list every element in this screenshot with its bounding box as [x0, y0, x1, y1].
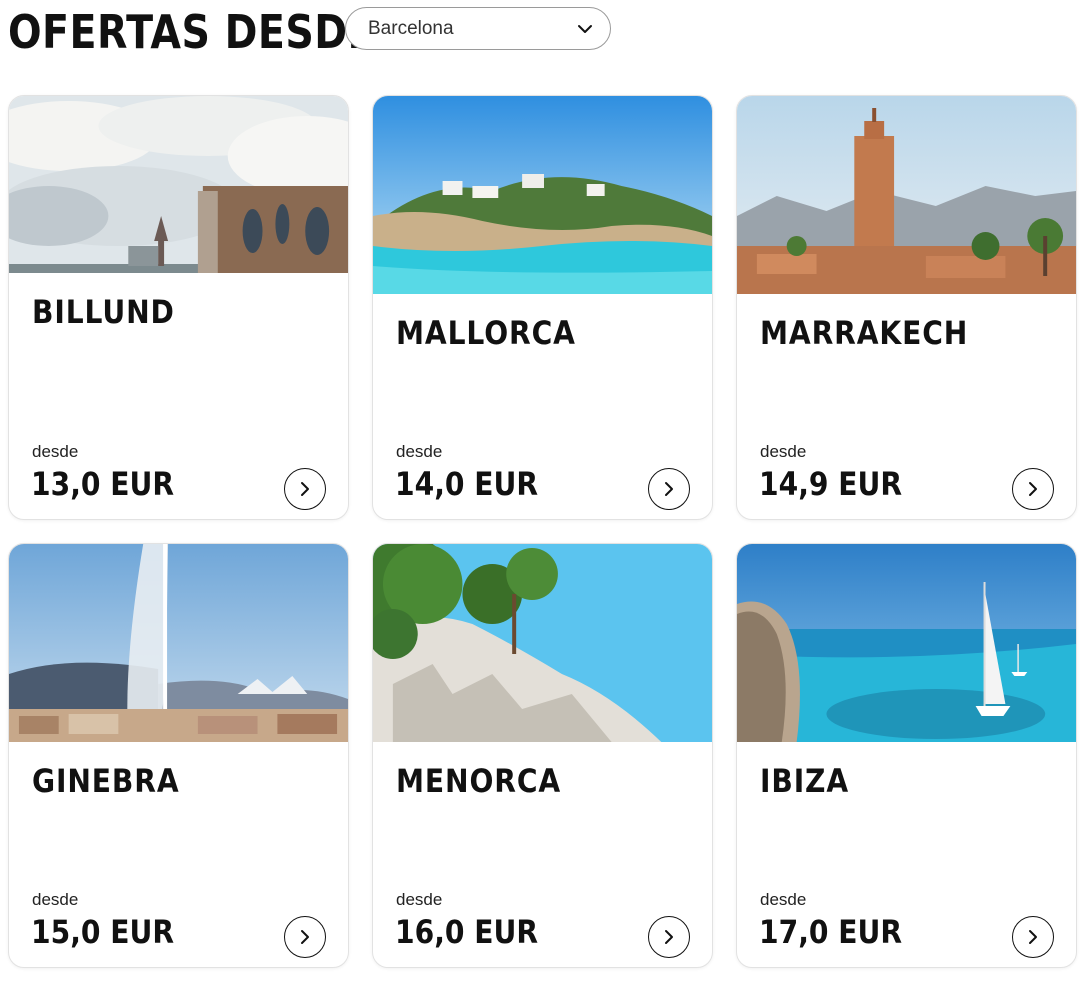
go-to-offer-button[interactable]: [284, 916, 326, 958]
offer-card-billund[interactable]: BILLUND desde 13,0 EUR: [8, 95, 349, 520]
from-label: desde: [32, 890, 79, 909]
chevron-right-icon: [665, 930, 673, 944]
chevron-right-icon: [1029, 482, 1037, 496]
chevron-right-icon: [301, 930, 309, 944]
page-title: OFERTAS DESDE: [8, 5, 375, 59]
go-to-offer-button[interactable]: [1012, 468, 1054, 510]
from-label: desde: [760, 442, 807, 461]
offer-card-ibiza[interactable]: IBIZA desde 17,0 EUR: [736, 543, 1077, 968]
from-label: desde: [396, 890, 443, 909]
destination-name: MENORCA: [396, 762, 562, 800]
price: 16,0 EUR: [395, 913, 539, 951]
ginebra-image: [9, 544, 348, 742]
offer-card-ginebra[interactable]: GINEBRA desde 15,0 EUR: [8, 543, 349, 968]
from-label: desde: [396, 442, 443, 461]
offer-card-menorca[interactable]: MENORCA desde 16,0 EUR: [372, 543, 713, 968]
offer-card-mallorca[interactable]: MALLORCA desde 14,0 EUR: [372, 95, 713, 520]
destination-name: IBIZA: [760, 762, 850, 800]
go-to-offer-button[interactable]: [648, 916, 690, 958]
menorca-image: [373, 544, 712, 742]
origin-city-value: Barcelona: [368, 17, 454, 39]
mallorca-image: [373, 96, 712, 294]
offer-card-marrakech[interactable]: MARRAKECH desde 14,9 EUR: [736, 95, 1077, 520]
go-to-offer-button[interactable]: [648, 468, 690, 510]
price: 14,9 EUR: [759, 465, 903, 503]
origin-city-select[interactable]: Barcelona: [345, 7, 611, 50]
header: OFERTAS DESDE: [8, 4, 375, 60]
destination-name: MARRAKECH: [760, 314, 969, 352]
price: 13,0 EUR: [31, 465, 175, 503]
billund-image: [9, 96, 348, 273]
from-label: desde: [32, 442, 79, 461]
chevron-right-icon: [665, 482, 673, 496]
destination-name: MALLORCA: [396, 314, 576, 352]
price: 14,0 EUR: [395, 465, 539, 503]
offers-grid: BILLUND desde 13,0 EUR MALLORCA desde 14…: [8, 95, 1077, 968]
price: 15,0 EUR: [31, 913, 175, 951]
destination-name: BILLUND: [32, 293, 175, 331]
price: 17,0 EUR: [759, 913, 903, 951]
chevron-down-icon: [578, 24, 592, 33]
go-to-offer-button[interactable]: [1012, 916, 1054, 958]
ibiza-image: [737, 544, 1076, 742]
from-label: desde: [760, 890, 807, 909]
go-to-offer-button[interactable]: [284, 468, 326, 510]
chevron-right-icon: [1029, 930, 1037, 944]
marrakech-image: [737, 96, 1076, 294]
chevron-right-icon: [301, 482, 309, 496]
destination-name: GINEBRA: [32, 762, 180, 800]
